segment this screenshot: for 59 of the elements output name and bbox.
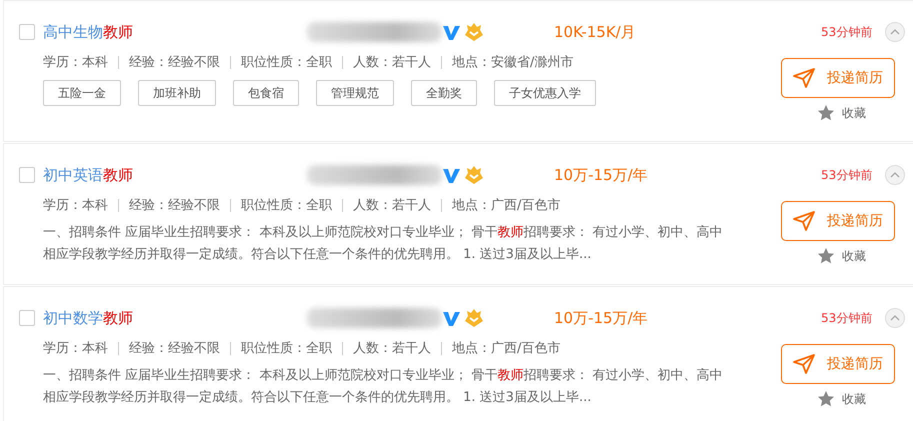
- paper-plane-icon: [793, 354, 815, 374]
- job-title-link[interactable]: 初中英语教师: [43, 164, 301, 186]
- favorite-link[interactable]: 收藏: [818, 390, 866, 408]
- verified-v-icon: [442, 23, 460, 41]
- job-detail-text: 学历：本科: [43, 56, 108, 69]
- salary-text: 10K-15K/月: [554, 22, 636, 43]
- job-detail-text: 职位性质：全职: [230, 56, 332, 69]
- job-description: 一、招聘条件 应届毕业生招聘要求： 本科及以上师范院校对口专业毕业； 骨干教师招聘要求： 有过小学、初中、高中相应学段教学经历并取得一定成绩。符合以下任意一个条件的优先聘用。 1. 送过3届及以上毕...: [43, 367, 724, 407]
- job-detail-text: 职位性质：全职: [230, 199, 332, 212]
- job-detail-text: 学历：本科: [43, 342, 108, 355]
- star-icon: [818, 105, 834, 121]
- checkbox[interactable]: [19, 310, 35, 326]
- crown-badge-icon: [464, 165, 484, 185]
- benefit-tag: 管理规范: [316, 80, 394, 106]
- job-detail-text: 经验：经验不限: [118, 56, 220, 69]
- job-detail-text: 学历：本科: [43, 199, 108, 212]
- job-detail-text: 地点：安徽省/滁州市: [441, 56, 574, 69]
- benefit-tag: 全勤奖: [411, 80, 477, 106]
- collapse-button[interactable]: [885, 22, 906, 42]
- apply-resume-button[interactable]: 投递简历: [781, 344, 895, 384]
- job-title-link[interactable]: 初中数学教师: [43, 306, 301, 330]
- job-detail-text: 经验：经验不限: [118, 342, 220, 355]
- benefit-tag: 子女优惠入学: [494, 80, 596, 106]
- posted-time: 53分钟前: [821, 310, 872, 327]
- chevron-up-icon: [890, 315, 900, 321]
- job-description: 一、招聘条件 应届毕业生招聘要求： 本科及以上师范院校对口专业毕业； 骨干教师招聘要求： 有过小学、初中、高中相应学段教学经历并取得一定成绩。符合以下任意一个条件的优先聘用。 1. 送过3届及以上毕...: [43, 224, 724, 264]
- chevron-up-icon: [890, 29, 900, 35]
- job-detail-text: 地点：广西/百色市: [441, 342, 560, 355]
- verified-v-icon: [442, 166, 460, 184]
- apply-resume-button[interactable]: 投递简历: [781, 58, 895, 98]
- checkbox[interactable]: [19, 167, 35, 183]
- collapse-button[interactable]: [885, 308, 906, 328]
- favorite-link[interactable]: 收藏: [818, 104, 866, 122]
- posted-time: 53分钟前: [821, 167, 872, 184]
- star-icon: [818, 248, 834, 264]
- salary-text: 10万-15万/年: [554, 164, 648, 186]
- salary-text: 10万-15万/年: [554, 308, 648, 329]
- job-detail-text: 人数：若干人: [342, 342, 431, 355]
- job-detail-text: 职位性质：全职: [230, 342, 332, 355]
- job-detail-text: 人数：若干人: [342, 199, 431, 212]
- benefit-tag: 五险一金: [43, 80, 121, 106]
- posted-time: 53分钟前: [821, 24, 872, 41]
- checkbox[interactable]: [19, 24, 35, 40]
- paper-plane-icon: [793, 211, 815, 231]
- job-title-link[interactable]: 高中生物教师: [43, 20, 301, 44]
- job-detail-text: 地点：广西/百色市: [441, 199, 560, 212]
- crown-badge-icon: [464, 22, 484, 42]
- benefit-tag: 加班补助: [138, 80, 216, 106]
- collapse-button[interactable]: [885, 165, 906, 185]
- apply-resume-button[interactable]: 投递简历: [781, 201, 895, 241]
- chevron-up-icon: [890, 172, 900, 178]
- crown-badge-icon: [464, 308, 484, 328]
- favorite-link[interactable]: 收藏: [818, 247, 866, 265]
- verified-v-icon: [442, 309, 460, 327]
- benefit-tag: 包食宿: [233, 80, 299, 106]
- paper-plane-icon: [793, 68, 815, 88]
- job-detail-text: 经验：经验不限: [118, 199, 220, 212]
- star-icon: [818, 391, 834, 407]
- job-detail-text: 人数：若干人: [342, 56, 431, 69]
